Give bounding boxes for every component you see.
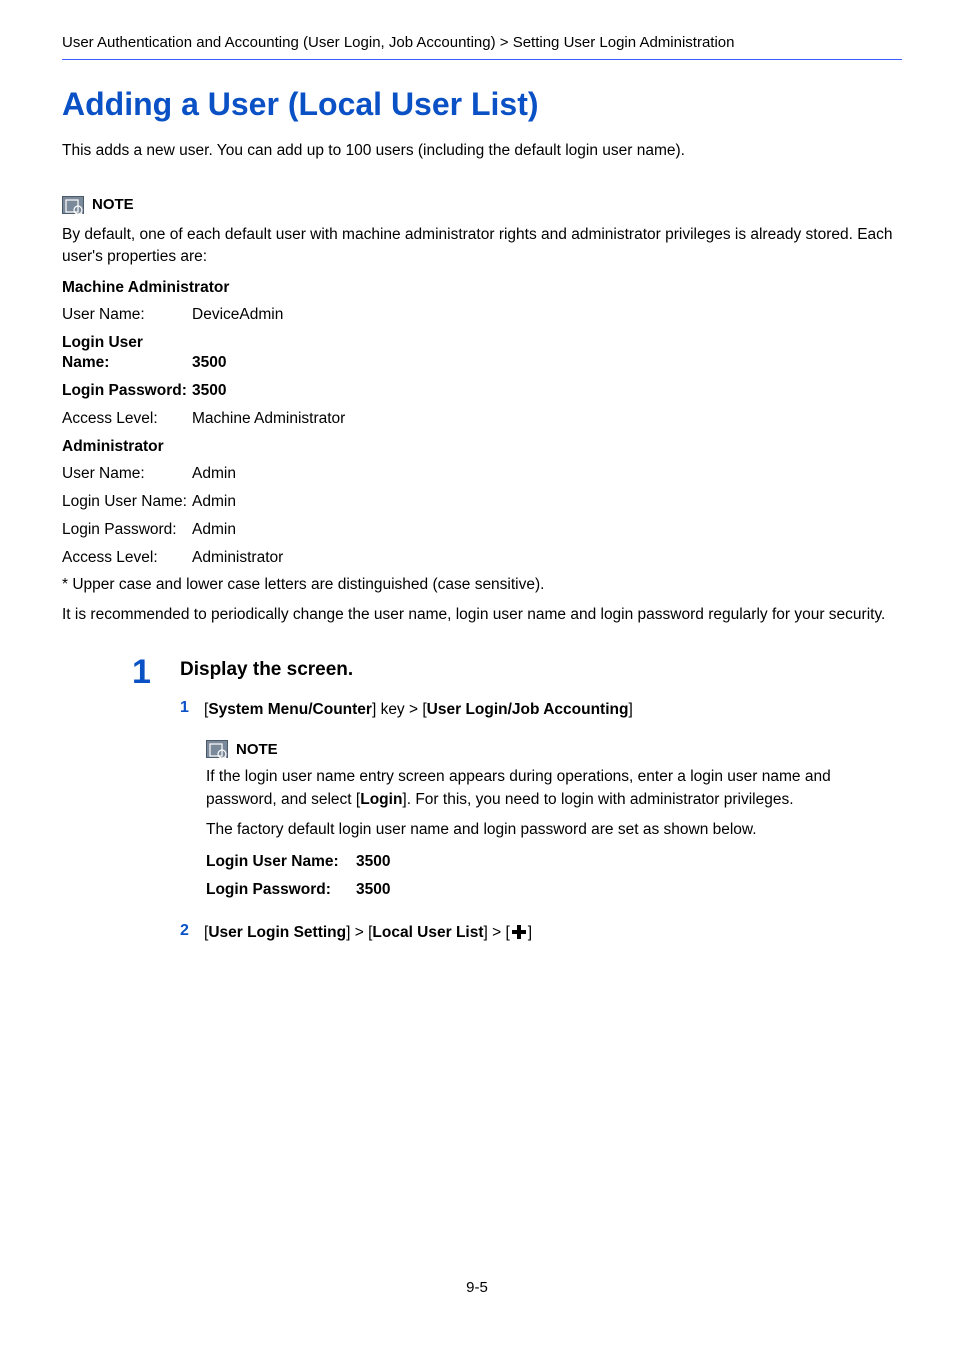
intro-text: This adds a new user. You can add up to … <box>62 141 902 162</box>
case-sensitive-note: * Upper case and lower case letters are … <box>62 576 902 594</box>
inner-note-body-1: If the login user name entry screen appe… <box>206 766 902 811</box>
ad-access: Access Level:Administrator <box>62 548 902 568</box>
inner-login-pass: Login Password:3500 <box>206 880 902 900</box>
sub-1-text: [System Menu/Counter] key > [User Login/… <box>204 699 633 721</box>
ma-access: Access Level:Machine Administrator <box>62 409 902 429</box>
page-title: Adding a User (Local User List) <box>62 86 902 123</box>
inner-note-header: NOTE <box>206 740 902 758</box>
sub-2-text: [User Login Setting] > [Local User List]… <box>204 922 532 944</box>
sub-number-1: 1 <box>180 699 194 717</box>
machine-admin-title: Machine Administrator <box>62 279 902 297</box>
step-number-1: 1 <box>132 653 151 692</box>
note-icon <box>206 740 228 758</box>
note-header: NOTE <box>62 196 902 214</box>
recommend-text: It is recommended to periodically change… <box>62 604 902 626</box>
step-1: 1 Display the screen. 1 [System Menu/Cou… <box>180 659 902 944</box>
note-icon <box>62 196 84 214</box>
sub-number-2: 2 <box>180 922 194 940</box>
inner-note-body-2: The factory default login user name and … <box>206 819 902 841</box>
step-1-sub-2: 2 [User Login Setting] > [Local User Lis… <box>180 922 902 944</box>
step-1-title: Display the screen. <box>180 659 902 681</box>
inner-note: NOTE If the login user name entry screen… <box>206 740 902 900</box>
note-body: By default, one of each default user wit… <box>62 224 902 269</box>
ad-login-user: Login User Name:Admin <box>62 492 902 512</box>
page-number: 9-5 <box>0 1279 954 1296</box>
ma-login-pass: Login Password:3500 <box>62 381 902 401</box>
breadcrumb: User Authentication and Accounting (User… <box>62 34 902 60</box>
ad-user-name: User Name:Admin <box>62 464 902 484</box>
admin-title: Administrator <box>62 438 902 456</box>
inner-login-user: Login User Name:3500 <box>206 852 902 872</box>
plus-icon <box>512 925 526 939</box>
ma-login-user: Login User Name:3500 <box>62 333 902 373</box>
ma-user-name: User Name:DeviceAdmin <box>62 305 902 325</box>
note-label: NOTE <box>92 196 134 213</box>
step-1-sub-1: 1 [System Menu/Counter] key > [User Logi… <box>180 699 902 721</box>
ad-login-pass: Login Password:Admin <box>62 520 902 540</box>
inner-note-label: NOTE <box>236 741 278 758</box>
